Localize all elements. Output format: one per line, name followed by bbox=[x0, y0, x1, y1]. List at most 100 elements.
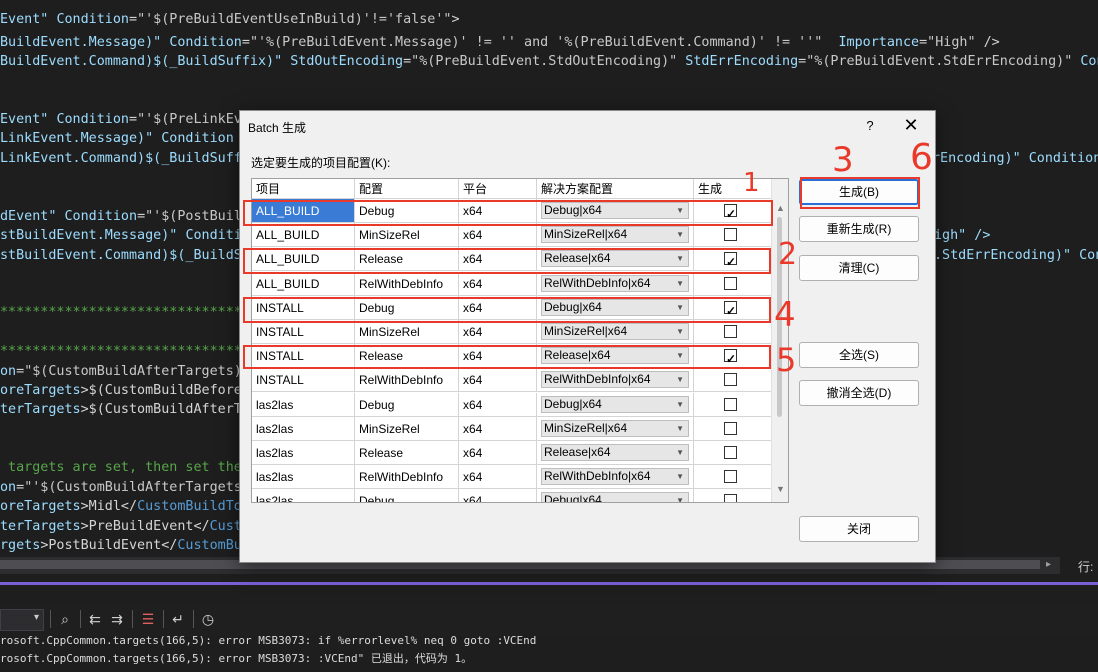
cell-config[interactable]: RelWithDebInfo bbox=[355, 271, 459, 296]
cell-config[interactable]: Debug bbox=[355, 489, 459, 502]
solution-config-dropdown[interactable]: MinSizeRel|x64 ▼ bbox=[541, 419, 689, 437]
cell-solution-config[interactable]: Debug|x64 ▼ bbox=[537, 392, 694, 417]
cell-solution-config[interactable]: MinSizeRel|x64 ▼ bbox=[537, 320, 694, 344]
cell-config[interactable]: MinSizeRel bbox=[355, 416, 459, 441]
build-checkbox[interactable] bbox=[724, 446, 737, 459]
cell-build[interactable] bbox=[694, 465, 772, 490]
grid-header: 项目 配置 平台 解决方案配置 生成 bbox=[252, 179, 772, 199]
cell-solution-config[interactable]: Debug|x64 ▼ bbox=[537, 489, 694, 502]
column-header-project[interactable]: 项目 bbox=[252, 179, 355, 199]
solution-config-dropdown[interactable]: Debug|x64 ▼ bbox=[541, 395, 689, 413]
cell-solution-config[interactable]: Release|x64 ▼ bbox=[537, 441, 694, 465]
scroll-down-icon[interactable]: ▼ bbox=[776, 484, 785, 494]
solution-config-dropdown[interactable]: RelWithDebInfo|x64 ▼ bbox=[541, 371, 689, 389]
annotation-mark: 4 bbox=[774, 295, 796, 335]
table-row[interactable]: ALL_BUILD RelWithDebInfo x64 RelWithDebInfo… bbox=[252, 271, 772, 296]
cell-platform[interactable]: x64 bbox=[459, 441, 537, 465]
cell-project[interactable]: las2las bbox=[252, 489, 355, 502]
build-checkbox[interactable] bbox=[724, 470, 737, 484]
clock-icon[interactable]: ◷ bbox=[199, 610, 217, 628]
cell-config[interactable]: RelWithDebInfo bbox=[355, 465, 459, 490]
cell-platform[interactable]: x64 bbox=[459, 392, 537, 417]
column-header-build[interactable]: 生成 bbox=[694, 179, 772, 199]
cell-project[interactable]: las2las bbox=[252, 465, 355, 490]
build-checkbox[interactable] bbox=[724, 421, 737, 435]
column-header-solution-config[interactable]: 解决方案配置 bbox=[537, 179, 694, 199]
cell-solution-config[interactable]: RelWithDebInfo|x64 ▼ bbox=[537, 271, 694, 296]
cell-platform[interactable]: x64 bbox=[459, 368, 537, 393]
cell-solution-config[interactable]: MinSizeRel|x64 ▼ bbox=[537, 416, 694, 441]
cell-project[interactable]: ALL_BUILD bbox=[252, 271, 355, 296]
table-row[interactable]: las2las MinSizeRel x64 MinSizeRel|x64 ▼ bbox=[252, 416, 772, 441]
table-row[interactable]: INSTALL MinSizeRel x64 MinSizeRel|x64 ▼ bbox=[252, 320, 772, 344]
cell-project[interactable]: INSTALL bbox=[252, 320, 355, 344]
close-button[interactable]: 关闭 bbox=[799, 516, 919, 542]
cell-solution-config[interactable]: MinSizeRel|x64 ▼ bbox=[537, 223, 694, 248]
cell-platform[interactable]: x64 bbox=[459, 320, 537, 344]
select-all-button[interactable]: 全选(S) bbox=[799, 342, 919, 368]
table-row[interactable]: las2las Release x64 Release|x64 ▼ bbox=[252, 441, 772, 465]
table-row[interactable]: las2las RelWithDebInfo x64 RelWithDebInfo|x… bbox=[252, 465, 772, 490]
build-checkbox[interactable] bbox=[724, 325, 737, 338]
cell-platform[interactable]: x64 bbox=[459, 223, 537, 248]
solution-config-dropdown[interactable]: RelWithDebInfo|x64 ▼ bbox=[541, 468, 689, 486]
table-row[interactable]: ALL_BUILD MinSizeRel x64 MinSizeRel|x64 ▼ bbox=[252, 223, 772, 248]
solution-config-dropdown[interactable]: MinSizeRel|x64 ▼ bbox=[541, 226, 689, 244]
cell-config[interactable]: MinSizeRel bbox=[355, 320, 459, 344]
clean-button[interactable]: 清理(C) bbox=[799, 255, 919, 281]
cell-build[interactable] bbox=[694, 223, 772, 248]
cell-build[interactable] bbox=[694, 392, 772, 417]
cell-config[interactable]: MinSizeRel bbox=[355, 223, 459, 248]
solution-config-dropdown[interactable]: RelWithDebInfo|x64 ▼ bbox=[541, 274, 689, 292]
cell-build[interactable] bbox=[694, 416, 772, 441]
scroll-up-icon[interactable]: ▲ bbox=[776, 203, 785, 213]
cell-platform[interactable]: x64 bbox=[459, 465, 537, 490]
next-message-icon[interactable]: ⇉ bbox=[108, 610, 126, 628]
cell-platform[interactable]: x64 bbox=[459, 271, 537, 296]
solution-config-dropdown[interactable]: Release|x64 ▼ bbox=[541, 444, 689, 461]
close-dialog-button[interactable]: ✕ bbox=[901, 115, 921, 135]
cell-project[interactable]: INSTALL bbox=[252, 368, 355, 393]
project-config-grid[interactable]: 项目 配置 平台 解决方案配置 生成 ALL_BUILD Debug x64 Debu… bbox=[251, 178, 789, 503]
scroll-right-icon[interactable]: ▸ bbox=[1046, 559, 1051, 570]
column-header-config[interactable]: 配置 bbox=[355, 179, 459, 199]
word-wrap-icon[interactable]: ↵ bbox=[169, 610, 187, 628]
build-checkbox[interactable] bbox=[724, 228, 737, 242]
cell-build[interactable] bbox=[694, 368, 772, 393]
dropdown-value: RelWithDebInfo|x64 bbox=[544, 275, 651, 290]
cell-project[interactable]: ALL_BUILD bbox=[252, 223, 355, 248]
cell-project[interactable]: las2las bbox=[252, 441, 355, 465]
cell-solution-config[interactable]: RelWithDebInfo|x64 ▼ bbox=[537, 465, 694, 490]
annotation-box-3 bbox=[800, 177, 920, 209]
cell-build[interactable] bbox=[694, 489, 772, 502]
help-button[interactable]: ? bbox=[860, 116, 880, 136]
rebuild-button[interactable]: 重新生成(R) bbox=[799, 216, 919, 242]
cell-build[interactable] bbox=[694, 441, 772, 465]
cell-build[interactable] bbox=[694, 271, 772, 296]
cell-config[interactable]: Release bbox=[355, 441, 459, 465]
clear-all-icon[interactable]: ☰ bbox=[139, 610, 157, 628]
cell-project[interactable]: las2las bbox=[252, 416, 355, 441]
output-source-dropdown[interactable]: ▾ bbox=[0, 609, 44, 631]
code-line: Event" Condition="'$(PreBuildEventUseInB… bbox=[0, 12, 460, 27]
find-message-icon[interactable]: ⌕ bbox=[56, 610, 74, 628]
table-row[interactable]: INSTALL RelWithDebInfo x64 RelWithDebInfo|x… bbox=[252, 368, 772, 393]
deselect-all-button[interactable]: 撤消全选(D) bbox=[799, 380, 919, 406]
cell-solution-config[interactable]: RelWithDebInfo|x64 ▼ bbox=[537, 368, 694, 393]
cell-platform[interactable]: x64 bbox=[459, 416, 537, 441]
solution-config-dropdown[interactable]: MinSizeRel|x64 ▼ bbox=[541, 323, 689, 340]
table-row[interactable]: las2las Debug x64 Debug|x64 ▼ bbox=[252, 489, 772, 502]
cell-platform[interactable]: x64 bbox=[459, 489, 537, 502]
solution-config-dropdown[interactable]: Debug|x64 ▼ bbox=[541, 492, 689, 502]
cell-build[interactable] bbox=[694, 320, 772, 344]
build-checkbox[interactable] bbox=[724, 373, 737, 387]
build-checkbox[interactable] bbox=[724, 276, 737, 290]
prev-message-icon[interactable]: ⇇ bbox=[86, 610, 104, 628]
cell-config[interactable]: Debug bbox=[355, 392, 459, 417]
cell-config[interactable]: RelWithDebInfo bbox=[355, 368, 459, 393]
table-row[interactable]: las2las Debug x64 Debug|x64 ▼ bbox=[252, 392, 772, 417]
cell-project[interactable]: las2las bbox=[252, 392, 355, 417]
build-checkbox[interactable] bbox=[724, 397, 737, 411]
column-header-platform[interactable]: 平台 bbox=[459, 179, 537, 199]
build-checkbox[interactable] bbox=[724, 494, 737, 502]
